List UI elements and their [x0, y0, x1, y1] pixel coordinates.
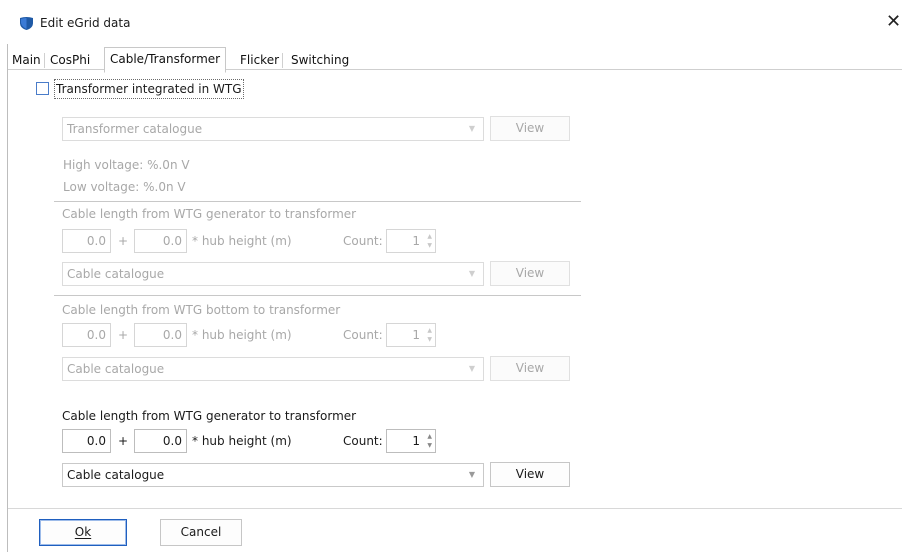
hub-height-label: * hub height (m): [192, 434, 292, 448]
count-value: 1: [412, 328, 420, 342]
count-label: Count:: [343, 328, 383, 342]
count-value: 1: [412, 234, 420, 248]
hub-height-label: * hub height (m): [192, 328, 292, 342]
plus-sign: +: [118, 328, 129, 342]
section-divider: [54, 295, 581, 296]
cable-3-length-input[interactable]: 0.0: [62, 429, 111, 453]
cable-1-view-button[interactable]: View: [490, 261, 570, 286]
count-value: 1: [412, 434, 420, 448]
spin-down-icon[interactable]: ▼: [427, 442, 432, 449]
cable-3-view-button[interactable]: View: [490, 462, 570, 487]
app-shield-icon: [20, 17, 33, 30]
spin-down-icon[interactable]: ▼: [427, 336, 432, 343]
window-title: Edit eGrid data: [40, 16, 131, 30]
cable-2-catalogue-value: Cable catalogue: [67, 362, 165, 376]
cable-3-catalogue-value: Cable catalogue: [67, 468, 165, 482]
high-voltage-label: High voltage: %.0n V: [63, 158, 190, 172]
tab-cable-transformer[interactable]: Cable/Transformer: [104, 47, 227, 73]
window-border: [7, 44, 8, 552]
spin-up-icon[interactable]: ▲: [427, 433, 432, 440]
cable-section-1-title: Cable length from WTG generator to trans…: [62, 207, 357, 221]
chevron-down-icon: ▼: [468, 269, 475, 278]
chevron-down-icon: ▼: [468, 364, 475, 373]
cable-1-hub-factor-input[interactable]: 0.0: [134, 229, 187, 253]
ok-label: Ok: [74, 525, 92, 539]
cable-section-3-title: Cable length from WTG generator to trans…: [62, 409, 357, 423]
footer-divider: [8, 508, 902, 509]
transformer-view-button[interactable]: View: [490, 116, 570, 141]
hub-height-label: * hub height (m): [192, 234, 292, 248]
cable-2-view-button[interactable]: View: [490, 356, 570, 381]
ok-button[interactable]: Ok: [39, 519, 127, 546]
cable-2-count-spinner[interactable]: 1 ▲ ▼: [386, 323, 436, 347]
count-label: Count:: [343, 434, 383, 448]
transformer-integrated-checkbox[interactable]: [36, 82, 49, 95]
section-divider: [54, 201, 581, 202]
transformer-catalogue-value: Transformer catalogue: [67, 122, 203, 136]
low-voltage-label: Low voltage: %.0n V: [63, 180, 186, 194]
close-icon[interactable]: ✕: [886, 12, 901, 32]
chevron-down-icon: ▼: [468, 124, 475, 133]
transformer-integrated-label[interactable]: Transformer integrated in WTG: [54, 79, 244, 99]
cable-3-catalogue-select[interactable]: Cable catalogue ▼: [62, 463, 484, 487]
tab-main[interactable]: Main: [8, 50, 45, 70]
cancel-button[interactable]: Cancel: [160, 519, 242, 546]
spin-down-icon[interactable]: ▼: [427, 242, 432, 249]
chevron-down-icon: ▼: [468, 470, 475, 479]
count-label: Count:: [343, 234, 383, 248]
tab-flicker[interactable]: Flicker: [236, 50, 284, 70]
cable-2-length-input[interactable]: 0.0: [62, 323, 111, 347]
cable-2-catalogue-select[interactable]: Cable catalogue ▼: [62, 357, 484, 381]
cable-1-length-input[interactable]: 0.0: [62, 229, 111, 253]
cable-1-count-spinner[interactable]: 1 ▲ ▼: [386, 229, 436, 253]
cable-3-hub-factor-input[interactable]: 0.0: [134, 429, 187, 453]
cable-section-2-title: Cable length from WTG bottom to transfor…: [62, 303, 341, 317]
plus-sign: +: [118, 434, 129, 448]
tab-strip: Main CosPhi Cable/Transformer Flicker Sw…: [8, 44, 902, 73]
tab-switching[interactable]: Switching: [287, 50, 353, 70]
spin-up-icon[interactable]: ▲: [427, 327, 432, 334]
cable-3-count-spinner[interactable]: 1 ▲ ▼: [386, 429, 436, 453]
spin-up-icon[interactable]: ▲: [427, 233, 432, 240]
plus-sign: +: [118, 234, 129, 248]
tab-cosphi[interactable]: CosPhi: [46, 50, 94, 70]
cable-2-hub-factor-input[interactable]: 0.0: [134, 323, 187, 347]
transformer-catalogue-select[interactable]: Transformer catalogue ▼: [62, 117, 484, 141]
cable-1-catalogue-value: Cable catalogue: [67, 267, 165, 281]
title-bar: [0, 0, 902, 44]
cable-1-catalogue-select[interactable]: Cable catalogue ▼: [62, 262, 484, 286]
